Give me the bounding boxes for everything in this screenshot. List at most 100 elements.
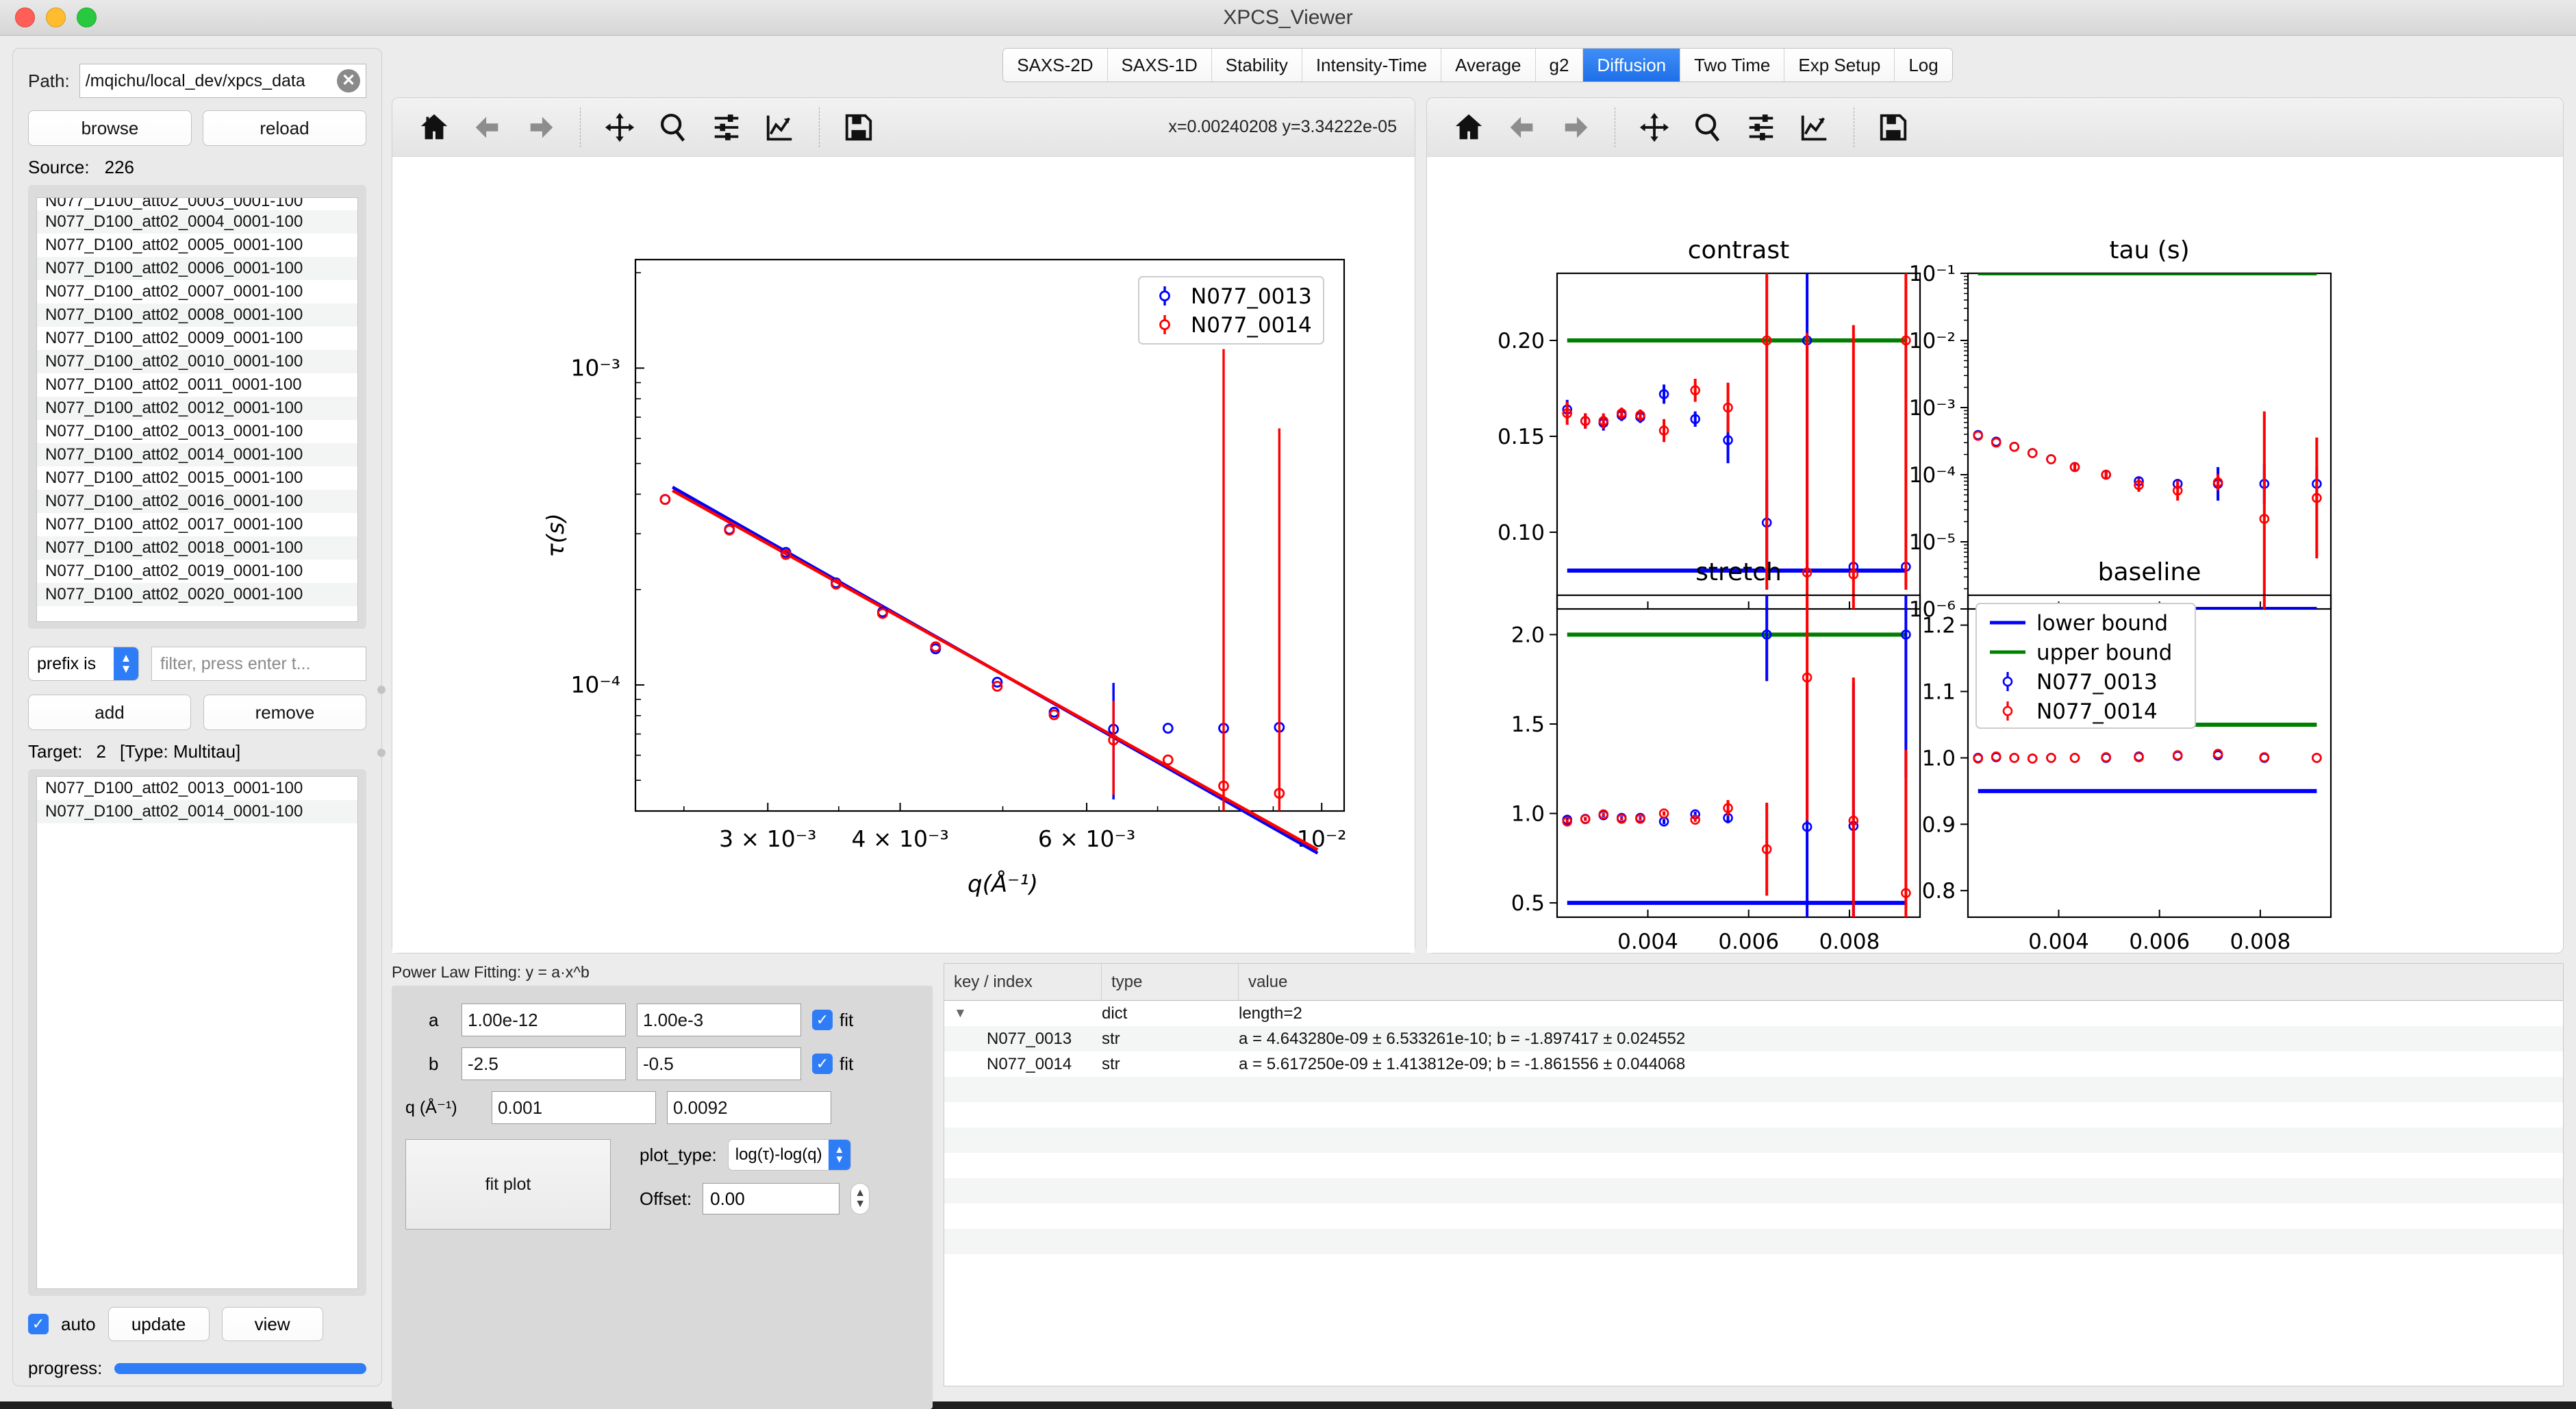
- list-item[interactable]: N077_D100_att02_0007_0001-100: [37, 280, 357, 303]
- pan-move-icon[interactable]: [1630, 103, 1678, 151]
- reload-button[interactable]: reload: [203, 110, 366, 146]
- list-item[interactable]: N077_D100_att02_0012_0001-100: [37, 397, 357, 420]
- source-label: Source:: [28, 157, 90, 178]
- fit-plot-button[interactable]: fit plot: [405, 1139, 611, 1230]
- pan-move-icon[interactable]: [596, 103, 644, 151]
- subplot-sliders-icon[interactable]: [703, 103, 750, 151]
- list-item[interactable]: N077_D100_att02_0019_0001-100: [37, 560, 357, 583]
- source-file-list[interactable]: N077_D100_att02_0003_0001-100N077_D100_a…: [36, 197, 358, 622]
- list-item[interactable]: N077_D100_att02_0013_0001-100: [37, 420, 357, 443]
- splitter-handle-top[interactable]: [377, 686, 386, 694]
- save-floppy-icon[interactable]: [835, 103, 883, 151]
- q-max-input[interactable]: 0.0092: [667, 1091, 831, 1124]
- view-button[interactable]: view: [222, 1307, 323, 1341]
- content-area: SAXS-2DSAXS-1DStabilityIntensity-TimeAve…: [382, 48, 2564, 1386]
- offset-input[interactable]: 0.00: [703, 1183, 839, 1214]
- filter-mode-select[interactable]: prefix is ▲▼: [28, 647, 139, 681]
- forward-arrow-icon[interactable]: [517, 103, 565, 151]
- param-a-fit-toggle[interactable]: ✓ fit: [812, 1010, 853, 1031]
- back-arrow-icon[interactable]: [464, 103, 512, 151]
- svg-text:q(Å⁻¹): q(Å⁻¹): [968, 870, 1038, 898]
- table-header-key: key / index: [944, 964, 1102, 1000]
- fit-row-q: q (Å⁻¹) 0.001 0.0092: [405, 1091, 919, 1124]
- param-b-max-input[interactable]: -0.5: [637, 1047, 801, 1080]
- list-item[interactable]: N077_D100_att02_0011_0001-100: [37, 373, 357, 397]
- list-item[interactable]: N077_D100_att02_0009_0001-100: [37, 327, 357, 350]
- list-item[interactable]: N077_D100_att02_0014_0001-100: [37, 800, 357, 823]
- list-item[interactable]: N077_D100_att02_0016_0001-100: [37, 490, 357, 513]
- save-floppy-icon[interactable]: [1869, 103, 1917, 151]
- source-list-container: N077_D100_att02_0003_0001-100N077_D100_a…: [28, 185, 366, 629]
- expand-caret-icon[interactable]: ▼: [954, 1006, 967, 1021]
- home-icon[interactable]: [410, 103, 458, 151]
- svg-text:0.004: 0.004: [1617, 930, 1678, 953]
- param-b-fit-checkbox[interactable]: ✓: [812, 1053, 833, 1074]
- path-value: /mqichu/local_dev/xpcs_data: [86, 71, 305, 91]
- list-item[interactable]: N077_D100_att02_0015_0001-100: [37, 466, 357, 490]
- list-item[interactable]: N077_D100_att02_0005_0001-100: [37, 234, 357, 257]
- table-row[interactable]: ▼dictlength=2: [944, 1001, 2563, 1026]
- results-table[interactable]: key / index type value ▼dictlength=2N077…: [944, 963, 2564, 1386]
- zoom-magnifier-icon[interactable]: [1684, 103, 1732, 151]
- add-button[interactable]: add: [28, 695, 191, 730]
- back-arrow-icon[interactable]: [1498, 103, 1546, 151]
- list-item[interactable]: N077_D100_att02_0003_0001-100: [37, 198, 357, 210]
- tab-two-time[interactable]: Two Time: [1680, 49, 1784, 82]
- list-item[interactable]: N077_D100_att02_0010_0001-100: [37, 350, 357, 373]
- tab-saxs-1d[interactable]: SAXS-1D: [1108, 49, 1212, 82]
- zoom-magnifier-icon[interactable]: [649, 103, 697, 151]
- remove-button[interactable]: remove: [203, 695, 366, 730]
- update-button[interactable]: update: [108, 1307, 210, 1341]
- tab-intensity-time[interactable]: Intensity-Time: [1302, 49, 1441, 82]
- parameters-plot-canvas[interactable]: contrast0.200.150.10tau (s)10⁻¹10⁻²10⁻³1…: [1427, 157, 2563, 953]
- param-a-max-input[interactable]: 1.00e-3: [637, 1003, 801, 1036]
- list-item[interactable]: N077_D100_att02_0014_0001-100: [37, 443, 357, 466]
- edit-axis-curve-icon[interactable]: [756, 103, 804, 151]
- table-row[interactable]: N077_0013stra = 4.643280e-09 ± 6.533261e…: [944, 1026, 2563, 1051]
- clear-path-icon[interactable]: ✕: [337, 69, 360, 92]
- list-item[interactable]: N077_D100_att02_0020_0001-100: [37, 583, 357, 606]
- plot-type-value: log(τ)-log(q): [735, 1145, 822, 1164]
- forward-arrow-icon[interactable]: [1552, 103, 1600, 151]
- table-cell-key: ▼: [944, 1006, 1102, 1021]
- param-b-fit-toggle[interactable]: ✓ fit: [812, 1053, 853, 1075]
- edit-axis-curve-icon[interactable]: [1791, 103, 1839, 151]
- table-cell-type: str: [1102, 1030, 1239, 1049]
- list-item[interactable]: N077_D100_att02_0008_0001-100: [37, 303, 357, 327]
- target-file-list[interactable]: N077_D100_att02_0013_0001-100N077_D100_a…: [36, 776, 358, 1289]
- tab-diffusion[interactable]: Diffusion: [1583, 49, 1680, 82]
- offset-label: Offset:: [640, 1188, 692, 1210]
- list-item[interactable]: N077_D100_att02_0018_0001-100: [37, 536, 357, 560]
- list-item[interactable]: N077_D100_att02_0006_0001-100: [37, 257, 357, 280]
- svg-text:10⁻⁵: 10⁻⁵: [1909, 530, 1956, 555]
- table-cell-key: N077_0014: [944, 1055, 1102, 1074]
- progress-bar: [114, 1363, 366, 1374]
- param-b-min-input[interactable]: -2.5: [462, 1047, 626, 1080]
- list-item[interactable]: N077_D100_att02_0017_0001-100: [37, 513, 357, 536]
- tab-saxs-2d[interactable]: SAXS-2D: [1003, 49, 1107, 82]
- offset-stepper[interactable]: ▲▼: [850, 1183, 870, 1214]
- path-buttons: browse reload: [28, 110, 366, 146]
- path-input[interactable]: /mqichu/local_dev/xpcs_data ✕: [79, 64, 366, 98]
- subplot-sliders-icon[interactable]: [1737, 103, 1785, 151]
- param-a-min-input[interactable]: 1.00e-12: [462, 1003, 626, 1036]
- list-item[interactable]: N077_D100_att02_0013_0001-100: [37, 777, 357, 800]
- filter-input[interactable]: filter, press enter t...: [151, 647, 366, 681]
- tab-average[interactable]: Average: [1441, 49, 1535, 82]
- param-a-fit-checkbox[interactable]: ✓: [812, 1010, 833, 1030]
- tab-stability[interactable]: Stability: [1212, 49, 1302, 82]
- plot-type-select[interactable]: log(τ)-log(q) ▲▼: [728, 1139, 851, 1171]
- browse-button[interactable]: browse: [28, 110, 192, 146]
- tab-exp-setup[interactable]: Exp Setup: [1784, 49, 1895, 82]
- tab-g2[interactable]: g2: [1536, 49, 1584, 82]
- splitter-handle-bottom[interactable]: [377, 749, 386, 757]
- tab-log[interactable]: Log: [1895, 49, 1952, 82]
- home-icon[interactable]: [1445, 103, 1493, 151]
- diffusion-plot-canvas[interactable]: 3 × 10⁻³4 × 10⁻³6 × 10⁻³10⁻²10⁻³10⁻⁴q(Å⁻…: [392, 157, 1415, 953]
- q-min-input[interactable]: 0.001: [492, 1091, 656, 1124]
- list-item[interactable]: N077_D100_att02_0004_0001-100: [37, 210, 357, 234]
- svg-text:contrast: contrast: [1688, 236, 1789, 264]
- auto-checkbox[interactable]: ✓: [28, 1314, 49, 1334]
- tab-bar: SAXS-2DSAXS-1DStabilityIntensity-TimeAve…: [392, 48, 2564, 89]
- table-row[interactable]: N077_0014stra = 5.617250e-09 ± 1.413812e…: [944, 1051, 2563, 1077]
